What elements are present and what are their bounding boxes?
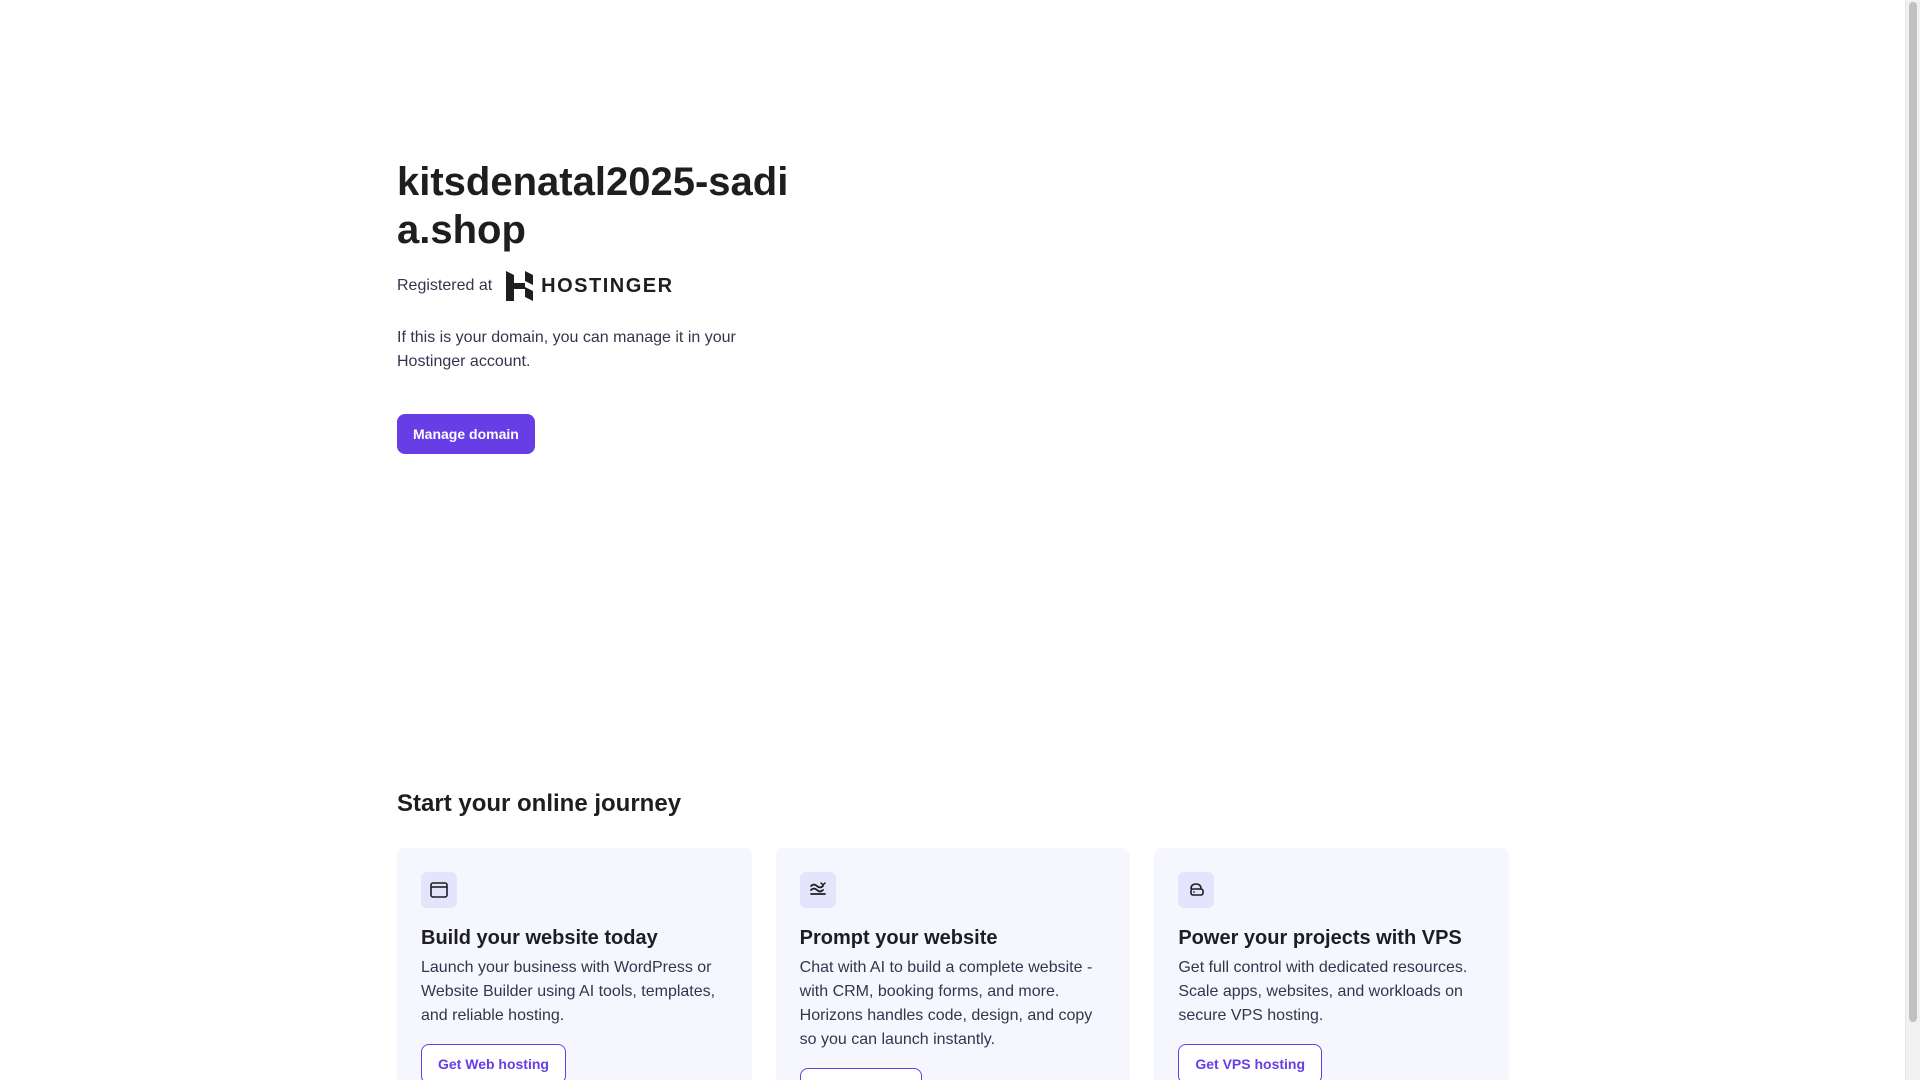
browser-window-icon [421, 872, 457, 908]
card-description: Chat with AI to build a complete website… [799, 959, 1093, 1048]
manage-domain-button[interactable]: Manage domain [397, 414, 535, 454]
domain-title: kitsdenatal2025-sadia.shop [397, 160, 789, 252]
hostinger-logo: HOSTINGER [506, 271, 673, 301]
card-web-hosting: Build your website today Launch your bus… [397, 848, 752, 1080]
scrollbar-thumb[interactable] [1909, 2, 1917, 1022]
card-title: Power your projects with VPS [1178, 927, 1462, 949]
online-journey-section: Start your online journey Build your web… [397, 788, 1510, 1080]
card-description: Launch your business with WordPress or W… [421, 959, 716, 1024]
journey-cards: Build your website today Launch your bus… [397, 848, 1510, 1080]
card-title: Prompt your website [799, 927, 998, 949]
registered-row: Registered at HOSTINGER [397, 270, 797, 302]
get-vps-hosting-button[interactable]: Get VPS hosting [1178, 1044, 1323, 1080]
registered-label: Registered at [397, 277, 493, 294]
card-vps-hosting: Power your projects with VPS Get full co… [1154, 848, 1510, 1080]
get-web-hosting-button[interactable]: Get Web hosting [421, 1044, 566, 1080]
card-title: Build your website today [421, 927, 658, 949]
manage-domain-text: If this is your domain, you can manage i… [397, 329, 736, 370]
get-horizons-button[interactable] [799, 1068, 922, 1080]
card-description: Get full control with dedicated resource… [1178, 959, 1468, 1024]
domain-hero: kitsdenatal2025-sadia.shop Registered at… [397, 158, 797, 454]
hostinger-logo-icon [506, 271, 534, 301]
ai-waves-icon [799, 872, 836, 908]
journey-title: Start your online journey [397, 790, 682, 817]
server-cloud-icon [1178, 872, 1215, 908]
vertical-scrollbar[interactable] [1905, 0, 1920, 1080]
hostinger-brand-name: HOSTINGER [541, 274, 674, 297]
card-horizons: Prompt your website Chat with AI to buil… [775, 848, 1131, 1080]
page: kitsdenatal2025-sadia.shop Registered at… [0, 0, 1905, 1080]
